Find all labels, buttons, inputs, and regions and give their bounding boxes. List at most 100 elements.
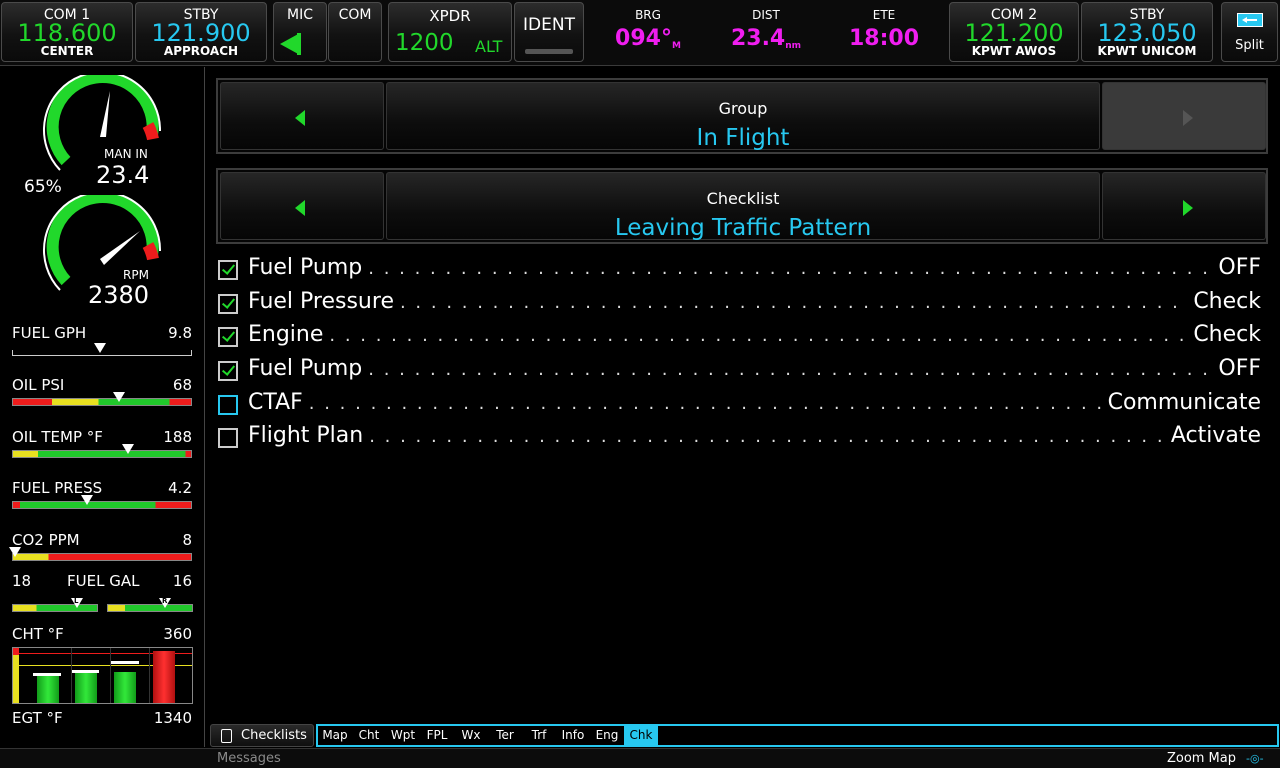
xpdr-label: XPDR [429, 7, 471, 25]
oil-psi-pointer [113, 392, 125, 402]
tab-map[interactable]: Map [318, 726, 352, 745]
zoom-map-label[interactable]: Zoom Map [1167, 751, 1236, 766]
brg-label: BRG [635, 8, 661, 22]
left-arrow-icon [295, 110, 305, 126]
mic-bar-icon [297, 33, 301, 55]
page-tabs: Map Cht Wpt FPL Wx Ter Trf Info Eng Chk [316, 724, 1279, 747]
com2-station: KPWT AWOS [971, 44, 1057, 58]
ident-key[interactable]: IDENT [514, 2, 584, 62]
checklist-item-label: Fuel Pressure [248, 289, 394, 314]
com2-standby-key[interactable]: STBY 123.050 KPWT UNICOM [1081, 2, 1213, 62]
fuel-gph-label: FUEL GPH [12, 324, 87, 342]
cht-value: 360 [163, 625, 192, 643]
checklists-button-label: Checklists [241, 728, 307, 743]
com1-active-key[interactable]: COM 1 118.600 CENTER [1, 2, 133, 62]
checklist-item-action: Check [1193, 289, 1261, 314]
cht-bar-1 [37, 675, 59, 703]
checklist-item-action: Check [1193, 322, 1261, 347]
rpm-value: 2380 [88, 281, 150, 309]
tab-wpt[interactable]: Wpt [386, 726, 420, 745]
cht-bar-3 [114, 672, 136, 703]
checkbox[interactable] [218, 327, 238, 347]
mic-key[interactable]: MIC [273, 2, 327, 62]
tab-info[interactable]: Info [556, 726, 590, 745]
com-key[interactable]: COM [328, 2, 382, 62]
oil-psi-value: 68 [172, 376, 192, 394]
checklist-item[interactable]: Fuel Pump OFF [216, 356, 1261, 386]
message-bar: Messages Zoom Map -◎- [0, 748, 1280, 768]
oil-psi-bar [12, 398, 192, 406]
checklists-button[interactable]: Checklists [210, 724, 314, 747]
tab-eng[interactable]: Eng [590, 726, 624, 745]
dist-readout: DIST 23.4nm [721, 8, 811, 51]
fuel-gal-left-value: 18 [12, 572, 32, 590]
checklist-item-label: Engine [248, 322, 324, 347]
com2-frequency: 121.200 [964, 19, 1064, 47]
checklist-item-label: Fuel Pump [248, 255, 363, 280]
dist-unit: nm [785, 41, 802, 51]
fuel-gph-value: 9.8 [168, 324, 192, 342]
rpm-label: RPM [123, 268, 149, 282]
checkmark-icon [221, 362, 236, 376]
fuel-press-pointer [81, 495, 93, 505]
clipboard-icon [221, 729, 232, 743]
group-prev-button[interactable] [220, 82, 384, 150]
tab-chk[interactable]: Chk [624, 726, 658, 745]
cht-egt-graph [12, 647, 193, 704]
messages-label[interactable]: Messages [217, 751, 281, 766]
com1-standby-key[interactable]: STBY 121.900 APPROACH [135, 2, 267, 62]
page-tab-bar: Checklists Map Cht Wpt FPL Wx Ter Trf In… [206, 723, 1280, 748]
checklist-item[interactable]: Flight Plan Activate [216, 423, 1261, 453]
group-label: Group [718, 99, 768, 118]
oil-temp-value: 188 [163, 428, 192, 446]
tab-trf[interactable]: Trf [522, 726, 556, 745]
tab-cht[interactable]: Cht [352, 726, 386, 745]
checklist-prev-button[interactable] [220, 172, 384, 240]
checkbox[interactable] [218, 428, 238, 448]
tab-ter[interactable]: Ter [488, 726, 522, 745]
com1-standby-frequency: 121.900 [151, 19, 251, 47]
com-label: COM [338, 7, 372, 23]
checklist-item[interactable]: Engine Check [216, 322, 1261, 352]
split-key[interactable]: Split [1221, 2, 1278, 62]
group-select-button[interactable]: Group In Flight [386, 82, 1100, 151]
checkmark-icon [221, 295, 236, 309]
ete-readout: ETE 18:00 [839, 8, 929, 51]
left-arrow-icon [295, 200, 305, 216]
tab-wx[interactable]: Wx [454, 726, 488, 745]
fuel-gph-pointer [94, 343, 106, 353]
group-next-button [1102, 82, 1266, 150]
oil-temp-bar [12, 450, 192, 458]
checkmark-icon [221, 328, 236, 342]
checklist-item[interactable]: Fuel Pump OFF [216, 255, 1261, 285]
checklist-item-label: CTAF [248, 390, 303, 415]
checklist-next-button[interactable] [1102, 172, 1266, 240]
top-bar: COM 1 118.600 CENTER STBY 121.900 APPROA… [0, 0, 1280, 66]
checkbox[interactable] [218, 260, 238, 280]
checklist-item-label: Flight Plan [248, 423, 364, 448]
ident-indicator [525, 49, 573, 54]
checkmark-icon [221, 261, 236, 275]
com2-active-key[interactable]: COM 2 121.200 KPWT AWOS [949, 2, 1079, 62]
tab-fpl[interactable]: FPL [420, 726, 454, 745]
checkbox-active[interactable] [218, 395, 238, 415]
checklist-item-action: Communicate [1107, 390, 1261, 415]
xpdr-key[interactable]: XPDR 1200 ALT [388, 2, 512, 62]
brg-value: 094° [615, 26, 672, 51]
manifold-label: MAN IN [104, 147, 148, 161]
cht-bar-4 [153, 651, 175, 703]
checklist-select-button[interactable]: Checklist Leaving Traffic Pattern [386, 172, 1100, 241]
checkbox[interactable] [218, 361, 238, 381]
checklist-selector: Checklist Leaving Traffic Pattern [216, 168, 1268, 244]
brg-unit: M [671, 41, 681, 51]
checklist-item[interactable]: Fuel Pressure Check [216, 289, 1261, 319]
oil-psi-label: OIL PSI [12, 376, 65, 394]
group-value: In Flight [696, 125, 790, 151]
checklist-item-label: Fuel Pump [248, 356, 363, 381]
checklist-item-active[interactable]: CTAF Communicate [216, 390, 1261, 420]
fuel-press-bar [12, 501, 192, 509]
checkbox[interactable] [218, 294, 238, 314]
ete-label: ETE [872, 8, 896, 22]
egt-label: EGT °F [12, 709, 63, 727]
checklist-item-action: OFF [1218, 356, 1261, 381]
